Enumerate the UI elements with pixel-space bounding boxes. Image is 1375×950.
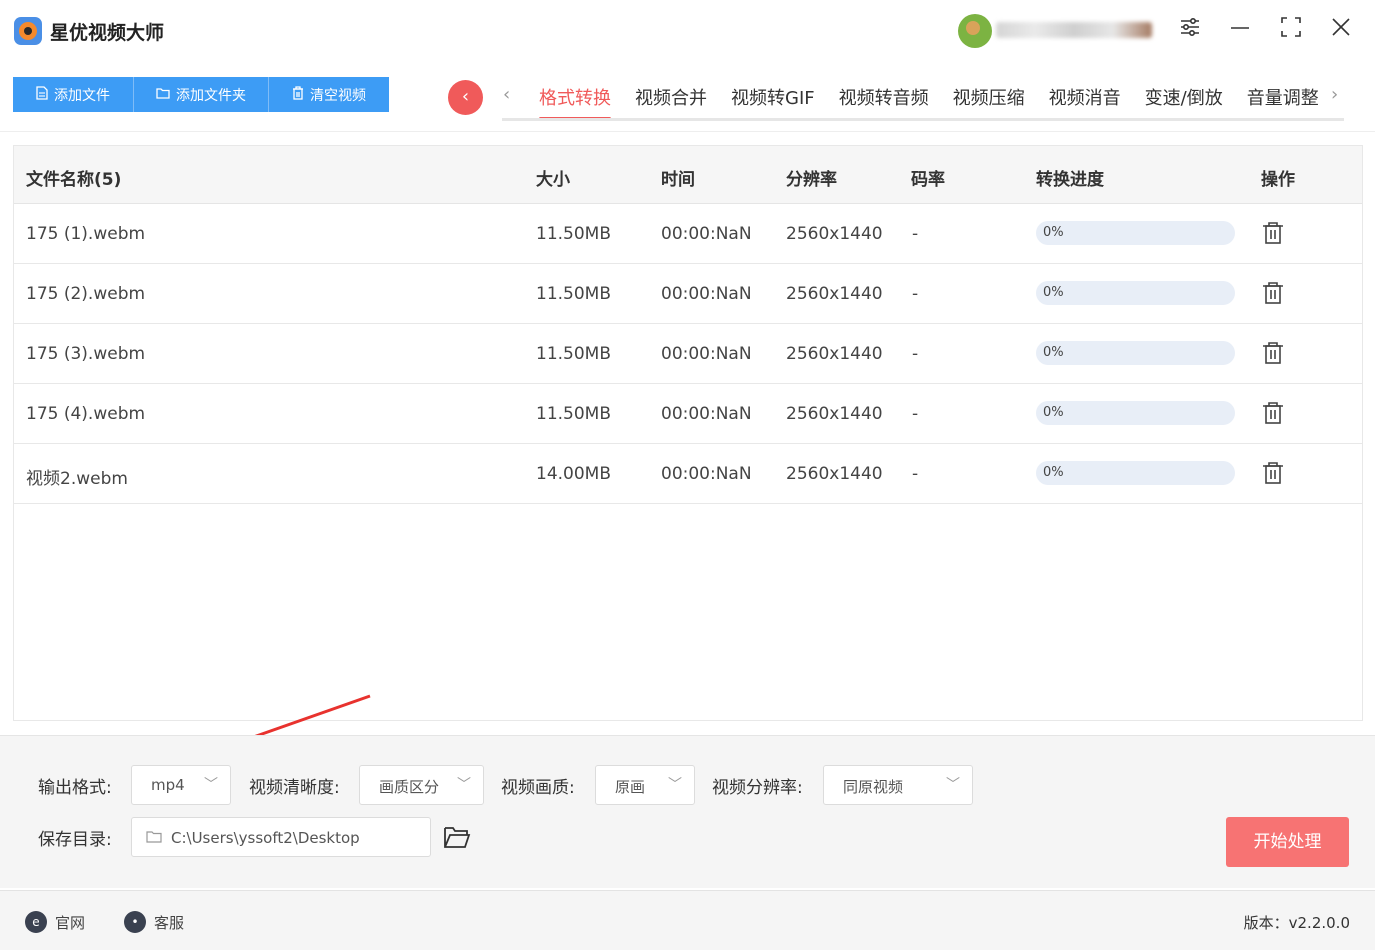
open-folder-icon[interactable] bbox=[443, 824, 471, 850]
output-format-select[interactable]: mp4 ﹀ bbox=[131, 765, 231, 805]
start-processing-button[interactable]: 开始处理 bbox=[1226, 817, 1349, 867]
ie-globe-icon: e bbox=[25, 911, 47, 933]
chevron-down-icon: ﹀ bbox=[946, 777, 960, 793]
resolution-value: 同原视频 bbox=[843, 778, 904, 796]
chevron-down-icon: ﹀ bbox=[457, 777, 471, 793]
website-label: 官网 bbox=[55, 913, 86, 932]
clarity-label: 视频清晰度: bbox=[249, 778, 340, 798]
save-dir-field[interactable]: C:\Users\yssoft2\Desktop bbox=[131, 817, 431, 857]
quality-select[interactable]: 原画 ﹀ bbox=[595, 765, 695, 805]
save-dir-value: C:\Users\yssoft2\Desktop bbox=[171, 829, 360, 847]
website-link[interactable]: e 官网 bbox=[25, 911, 85, 933]
output-settings-panel: 输出格式: mp4 ﹀ 视频清晰度: 画质区分 ﹀ 视频画质: 原画 ﹀ 视频分… bbox=[0, 735, 1375, 888]
folder-icon bbox=[146, 831, 162, 843]
support-label: 客服 bbox=[154, 913, 185, 932]
resolution-select[interactable]: 同原视频 ﹀ bbox=[823, 765, 973, 805]
support-link[interactable]: • 客服 bbox=[124, 911, 184, 933]
chat-bubble-icon: • bbox=[124, 911, 146, 933]
chevron-down-icon: ﹀ bbox=[204, 777, 218, 793]
quality-label: 视频画质: bbox=[501, 778, 575, 798]
chevron-down-icon: ﹀ bbox=[668, 777, 682, 793]
resolution-label: 视频分辨率: bbox=[712, 778, 803, 798]
output-format-value: mp4 bbox=[151, 776, 185, 794]
clarity-select[interactable]: 画质区分 ﹀ bbox=[359, 765, 484, 805]
output-format-label: 输出格式: bbox=[38, 778, 112, 798]
version-text: 版本：v2.2.0.0 bbox=[1243, 914, 1350, 932]
quality-value: 原画 bbox=[615, 778, 646, 796]
footer: e 官网 • 客服 版本：v2.2.0.0 bbox=[0, 890, 1375, 950]
save-dir-label: 保存目录: bbox=[38, 830, 112, 850]
clarity-value: 画质区分 bbox=[379, 778, 440, 796]
